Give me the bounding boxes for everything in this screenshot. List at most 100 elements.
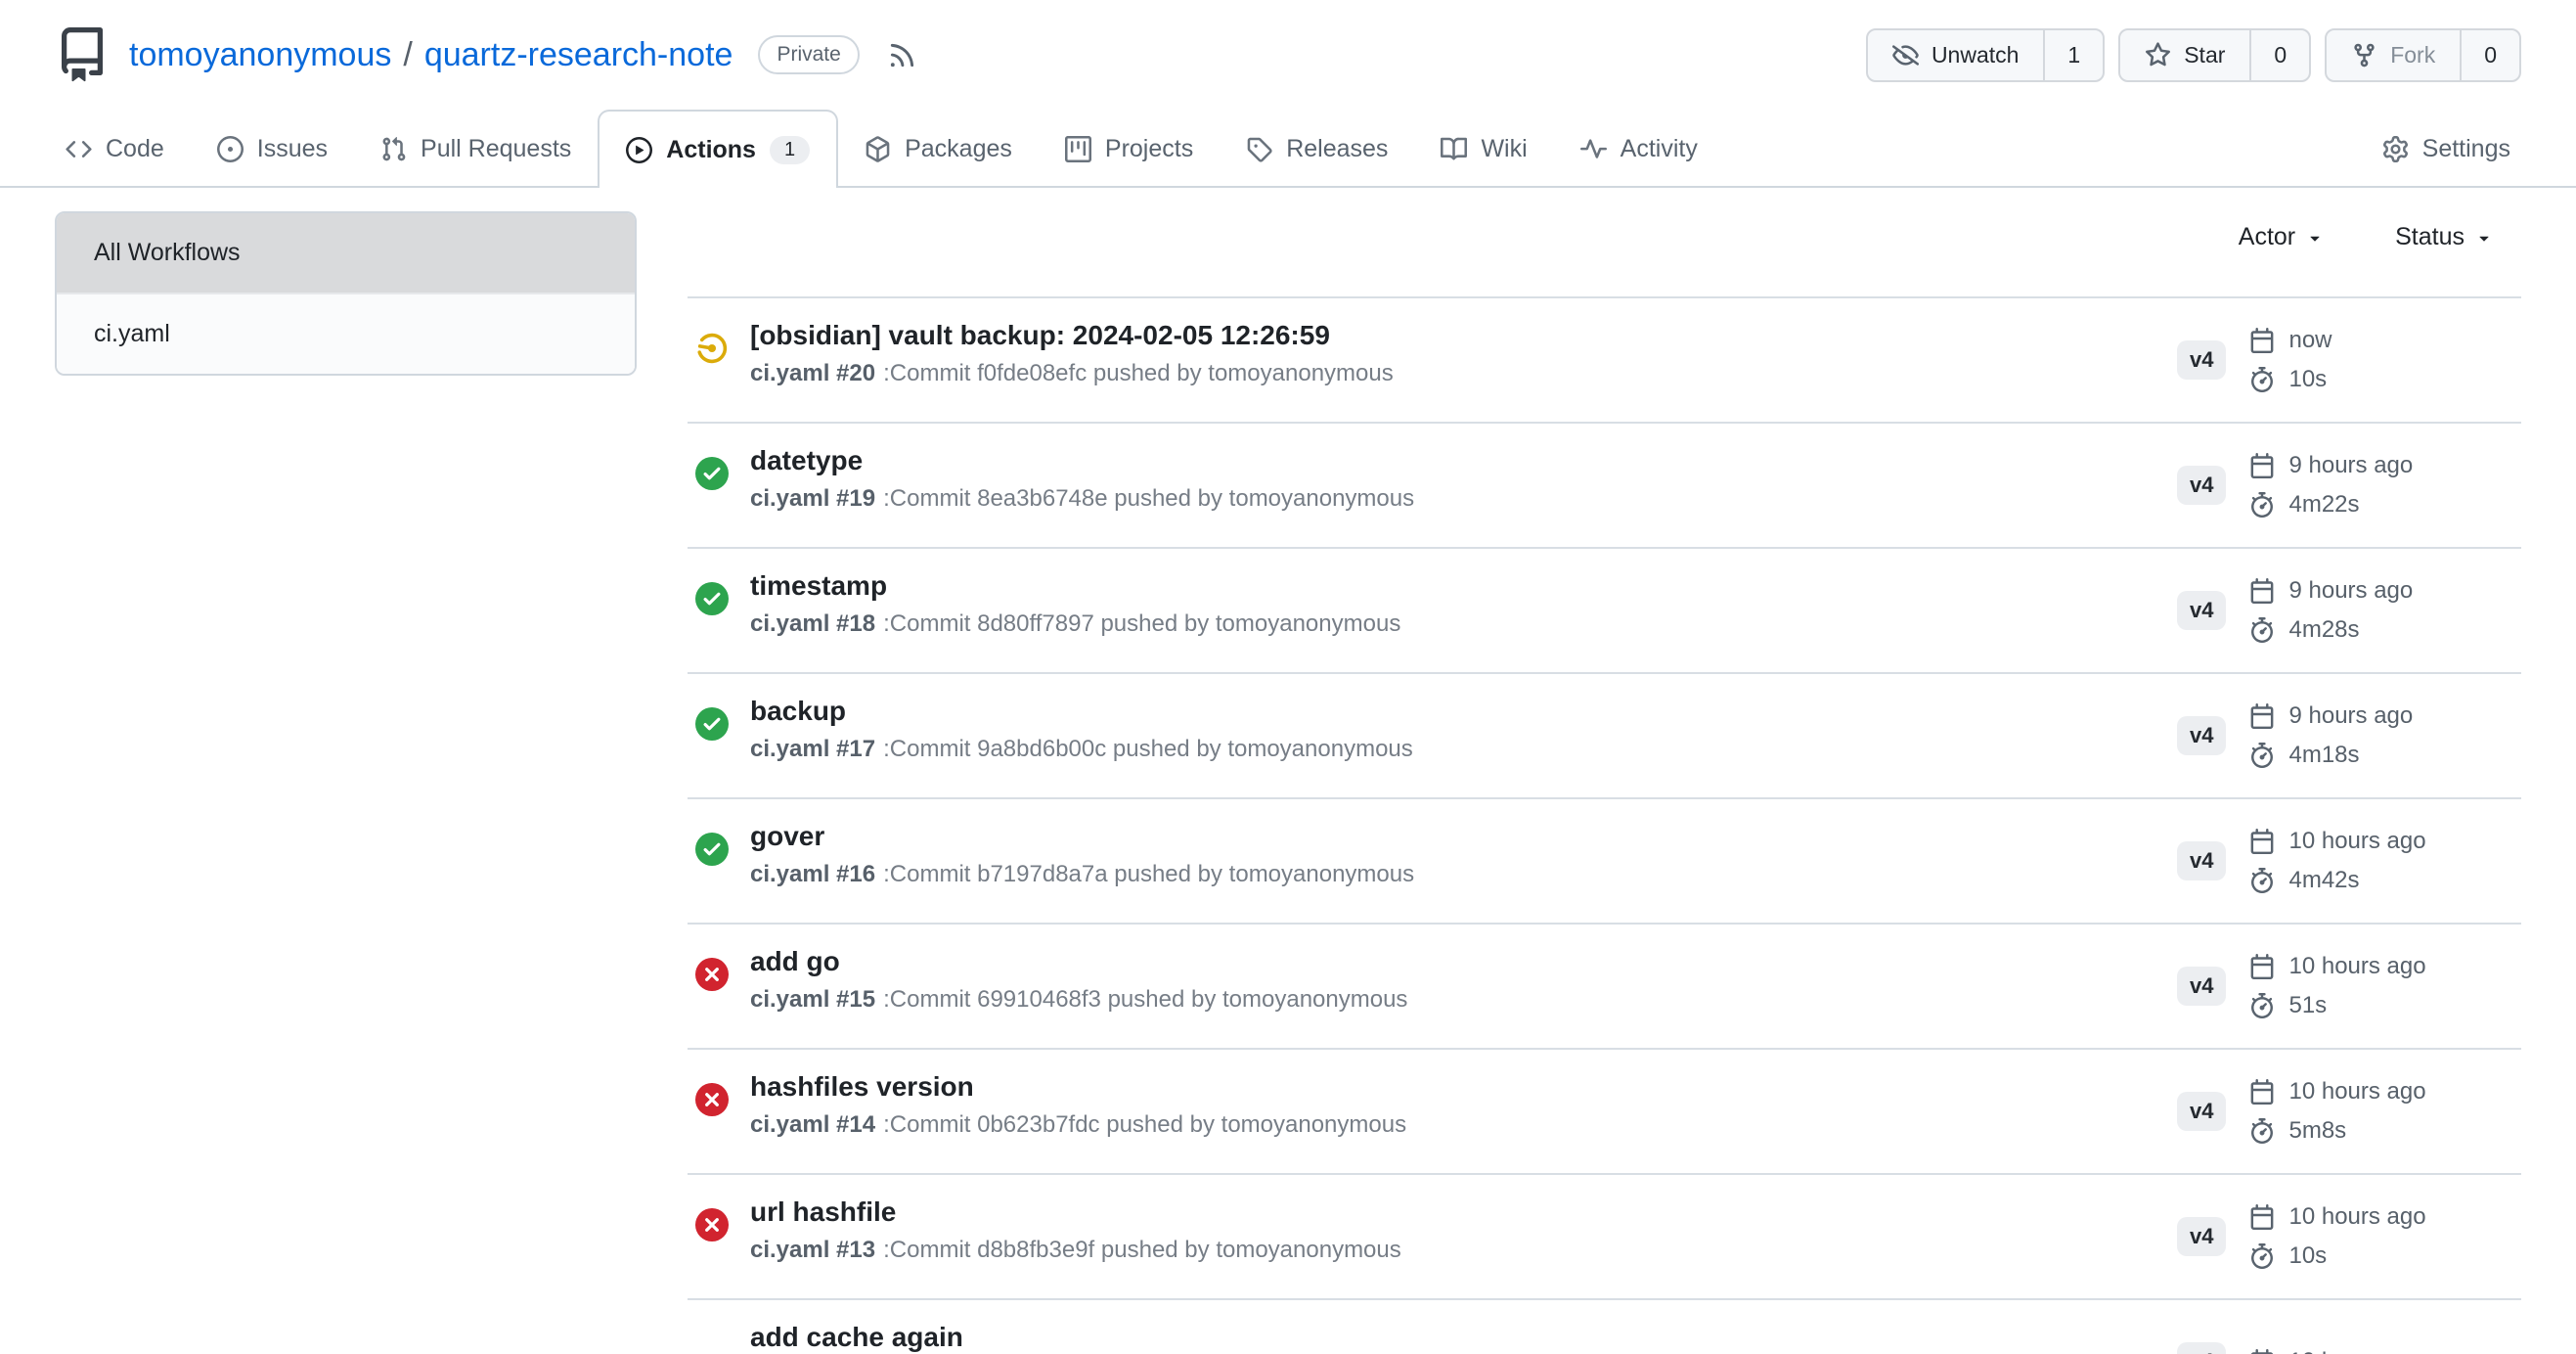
run-workflow-ref[interactable]: ci.yaml #19 bbox=[750, 485, 875, 512]
tab-label: Issues bbox=[257, 135, 328, 163]
run-subtitle: ci.yaml #15:Commit 69910468f3 pushed by … bbox=[750, 986, 1407, 1014]
status-failure-icon bbox=[695, 1208, 729, 1241]
breadcrumb-owner-link[interactable]: tomoyanonymous bbox=[129, 36, 391, 74]
star-button[interactable]: Star bbox=[2120, 30, 2249, 80]
tab-projects[interactable]: Projects bbox=[1039, 112, 1220, 186]
code-icon bbox=[66, 136, 92, 162]
status-filter-dropdown[interactable]: Status bbox=[2395, 223, 2494, 251]
calendar-icon bbox=[2249, 578, 2275, 604]
breadcrumb-repo-link[interactable]: quartz-research-note bbox=[424, 36, 733, 74]
tab-label: Activity bbox=[1621, 135, 1698, 163]
stopwatch-icon bbox=[2249, 617, 2275, 643]
stopwatch-icon bbox=[2249, 367, 2275, 392]
watchers-count[interactable]: 1 bbox=[2043, 30, 2103, 80]
run-workflow-ref[interactable]: ci.yaml #18 bbox=[750, 610, 875, 637]
actions-count-badge: 1 bbox=[770, 136, 810, 164]
pulse-icon bbox=[1580, 136, 1607, 162]
run-title-link[interactable]: url hashfile bbox=[750, 1196, 1401, 1228]
run-date: 10 hours ago bbox=[2249, 1203, 2425, 1231]
tab-actions[interactable]: Actions 1 bbox=[598, 110, 838, 188]
run-commit-desc: :Commit b7197d8a7a pushed by tomoyanonym… bbox=[883, 861, 1414, 887]
run-date: 10 hours ago bbox=[2249, 1078, 2425, 1106]
run-title-link[interactable]: [obsidian] vault backup: 2024-02-05 12:2… bbox=[750, 320, 1394, 351]
tab-activity[interactable]: Activity bbox=[1554, 112, 1724, 186]
runner-version-badge: v4 bbox=[2177, 841, 2226, 880]
tab-label: Actions bbox=[666, 136, 756, 164]
git-pull-request-icon bbox=[380, 136, 407, 162]
fork-button[interactable]: Fork bbox=[2327, 30, 2460, 80]
tab-settings[interactable]: Settings bbox=[2356, 112, 2537, 186]
gear-icon bbox=[2382, 136, 2409, 162]
star-button-group: Star 0 bbox=[2118, 28, 2311, 82]
runner-version-badge: v4 bbox=[2177, 466, 2226, 505]
tab-label: Code bbox=[106, 135, 164, 163]
run-commit-desc: :Commit d8b8fb3e9f pushed by tomoyanonym… bbox=[883, 1237, 1401, 1263]
repo-action-buttons: Unwatch 1 Star 0 Fork 0 bbox=[1866, 28, 2521, 82]
unwatch-label: Unwatch bbox=[1932, 42, 2019, 68]
run-title-link[interactable]: add cache again bbox=[750, 1322, 963, 1353]
breadcrumb-separator: / bbox=[403, 36, 412, 74]
tab-pull-requests[interactable]: Pull Requests bbox=[354, 112, 598, 186]
run-workflow-ref[interactable]: ci.yaml #20 bbox=[750, 360, 875, 386]
run-workflow-ref[interactable]: ci.yaml #15 bbox=[750, 986, 875, 1013]
run-subtitle: ci.yaml #14:Commit 0b623b7fdc pushed by … bbox=[750, 1111, 1406, 1139]
run-workflow-ref[interactable]: ci.yaml #13 bbox=[750, 1237, 875, 1263]
tab-wiki[interactable]: Wiki bbox=[1414, 112, 1553, 186]
run-date: 10 hours ago bbox=[2249, 828, 2425, 855]
status-success-icon bbox=[695, 457, 729, 490]
run-duration: 4m22s bbox=[2249, 491, 2413, 519]
stars-count[interactable]: 0 bbox=[2249, 30, 2309, 80]
calendar-icon bbox=[2249, 453, 2275, 478]
run-date: 10 hours ago bbox=[2249, 1348, 2425, 1354]
run-title-link[interactable]: datetype bbox=[750, 445, 1414, 476]
sidebar-item-ci-yaml[interactable]: ci.yaml bbox=[57, 293, 635, 374]
workflow-run-list: [obsidian] vault backup: 2024-02-05 12:2… bbox=[688, 296, 2521, 1354]
status-success-icon bbox=[695, 582, 729, 615]
actor-filter-dropdown[interactable]: Actor bbox=[2239, 223, 2325, 251]
runner-version-badge: v4 bbox=[2177, 591, 2226, 630]
tab-releases[interactable]: Releases bbox=[1220, 112, 1414, 186]
run-date: 9 hours ago bbox=[2249, 577, 2413, 605]
unwatch-button[interactable]: Unwatch bbox=[1868, 30, 2043, 80]
tab-code[interactable]: Code bbox=[39, 112, 191, 186]
calendar-icon bbox=[2249, 954, 2275, 979]
run-title-link[interactable]: hashfiles version bbox=[750, 1071, 1406, 1103]
run-commit-desc: :Commit 8d80ff7897 pushed by tomoyanonym… bbox=[883, 610, 1400, 637]
chevron-down-icon bbox=[2305, 228, 2325, 248]
run-subtitle: ci.yaml #18 :Commit 8d80ff7897 pushed by … bbox=[750, 610, 1400, 638]
run-workflow-ref[interactable]: ci.yaml #17 bbox=[750, 736, 875, 762]
play-icon bbox=[626, 137, 652, 163]
run-title-link[interactable]: add go bbox=[750, 946, 1407, 977]
project-icon bbox=[1065, 136, 1091, 162]
status-failure-icon bbox=[695, 958, 729, 991]
stopwatch-icon bbox=[2249, 868, 2275, 893]
issue-opened-icon bbox=[217, 136, 244, 162]
run-title-link[interactable]: backup bbox=[750, 696, 1413, 727]
run-duration: 10s bbox=[2249, 366, 2332, 393]
star-icon bbox=[2145, 42, 2171, 68]
run-subtitle: ci.yaml #17:Commit 9a8bd6b00c pushed by … bbox=[750, 736, 1413, 763]
calendar-icon bbox=[2249, 829, 2275, 854]
workflow-run-row: gover ci.yaml #16 :Commit b7197d8a7a push… bbox=[688, 799, 2521, 925]
watch-button-group: Unwatch 1 bbox=[1866, 28, 2105, 82]
workflows-list: All Workflows ci.yaml bbox=[55, 211, 637, 376]
run-date: 9 hours ago bbox=[2249, 452, 2413, 479]
tab-packages[interactable]: Packages bbox=[838, 112, 1039, 186]
workflow-run-row: add cache again v4 10 hours ago bbox=[688, 1300, 2521, 1354]
repo-icon bbox=[55, 27, 110, 82]
run-workflow-ref[interactable]: ci.yaml #16 bbox=[750, 861, 875, 887]
runner-version-badge: v4 bbox=[2177, 340, 2226, 380]
sidebar-item-all-workflows[interactable]: All Workflows bbox=[57, 213, 635, 293]
runs-panel: Actor Status [obsidian] vault backup: 20… bbox=[688, 211, 2521, 1354]
repo-tab-nav: Code Issues Pull Requests Actions 1 Pack… bbox=[0, 110, 2576, 188]
fork-button-group: Fork 0 bbox=[2325, 28, 2521, 82]
run-duration: 4m42s bbox=[2249, 867, 2425, 894]
calendar-icon bbox=[2249, 1349, 2275, 1354]
run-title-link[interactable]: gover bbox=[750, 821, 1414, 852]
tab-issues[interactable]: Issues bbox=[191, 112, 354, 186]
rss-feed-icon[interactable] bbox=[887, 40, 917, 70]
run-title-link[interactable]: timestamp bbox=[750, 570, 1400, 602]
forks-count[interactable]: 0 bbox=[2460, 30, 2519, 80]
stopwatch-icon bbox=[2249, 993, 2275, 1018]
run-workflow-ref[interactable]: ci.yaml #14 bbox=[750, 1111, 875, 1138]
